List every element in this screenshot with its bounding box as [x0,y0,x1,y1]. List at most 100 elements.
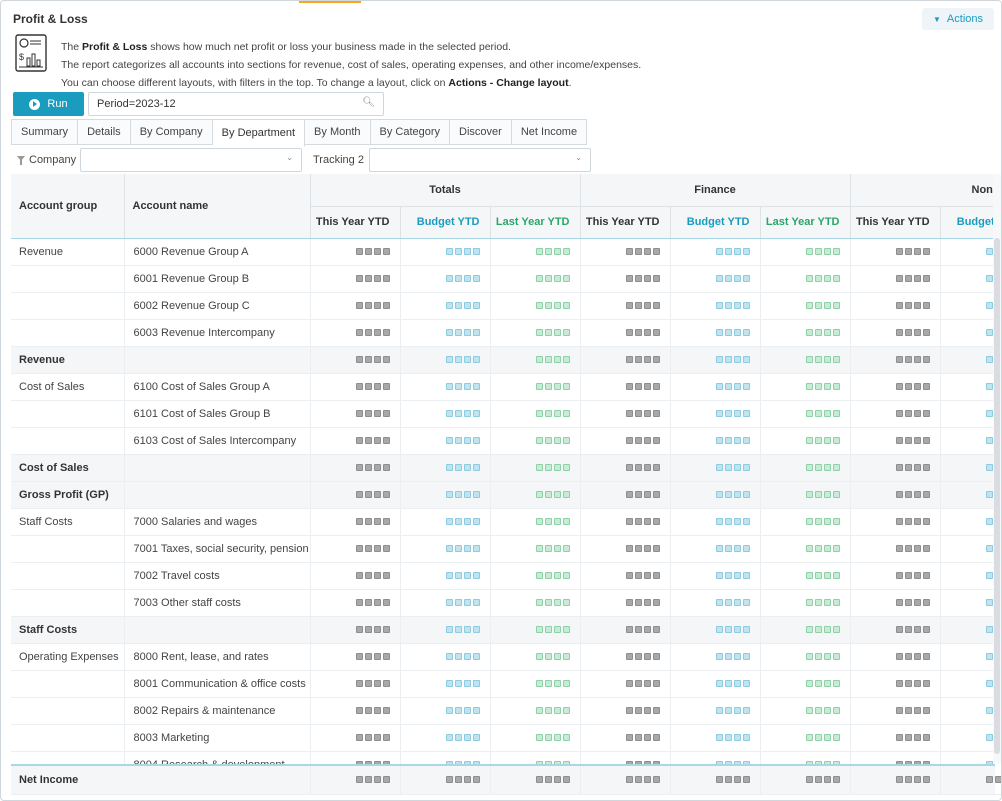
column-header-this-year-ytd[interactable]: This Year YTD [579,206,670,239]
report-table-container[interactable]: Account group Account name Totals Finance… [11,174,995,794]
value-cell [309,643,400,671]
masked-value [445,248,480,256]
masked-digit [472,572,480,580]
tab-by-month[interactable]: By Month [305,119,371,145]
report-description: The Profit & Loss shows how much net pro… [61,38,641,92]
scrollbar-thumb[interactable] [994,238,1000,754]
account-group-cell [11,589,124,617]
masked-value [445,383,480,391]
masked-digit [454,491,462,499]
tab-by-category[interactable]: By Category [370,119,451,145]
masked-digit [832,680,840,688]
masked-digit [643,329,651,337]
account-name-cell: 7002 Travel costs [123,562,310,590]
value-cell [399,697,490,725]
masked-digit [625,707,633,715]
masked-value [895,248,930,256]
column-header-account-group[interactable]: Account group [11,174,124,239]
column-header-budget-ytd[interactable]: Budget YTD [939,206,995,239]
masked-value [625,545,660,553]
table-row[interactable]: 8001 Communication & office costs [11,670,995,698]
tracking-2-select[interactable]: ⌄ [369,148,591,172]
masked-digit [715,707,723,715]
table-row[interactable]: 7001 Taxes, social security, pension [11,535,995,563]
value-cell [849,724,941,752]
masked-value [805,383,840,391]
masked-digit [913,707,921,715]
masked-value [805,545,840,553]
run-button[interactable]: Run [13,92,84,116]
account-group-cell: Cost of Sales [11,373,124,401]
masked-digit [553,302,561,310]
masked-digit [742,653,750,661]
value-cell [939,292,995,320]
subtotal-row[interactable]: Staff Costs [11,615,995,644]
company-select[interactable]: ⌄ [80,148,302,172]
tab-discover[interactable]: Discover [450,119,512,145]
value-cell [489,643,580,671]
table-row[interactable]: 8003 Marketing [11,724,995,752]
tab-by-department[interactable]: By Department [212,119,306,147]
masked-digit [652,680,660,688]
table-row[interactable]: Operating Expenses 8000 Rent, lease, and … [11,643,995,671]
masked-digit [814,776,822,784]
column-header-this-year-ytd[interactable]: This Year YTD [309,206,400,239]
value-cell [399,453,490,482]
masked-digit [535,653,543,661]
masked-digit [355,302,363,310]
masked-digit [382,707,390,715]
table-row[interactable]: 6103 Cost of Sales Intercompany [11,427,995,455]
masked-digit [373,410,381,418]
masked-digit [382,776,390,784]
subtotal-row[interactable]: Revenue [11,345,995,374]
column-header-budget-ytd[interactable]: Budget YTD [399,206,490,239]
table-row[interactable]: 6003 Revenue Intercompany [11,319,995,347]
tab-by-company[interactable]: By Company [130,119,213,145]
value-cell [669,265,760,293]
masked-digit [625,275,633,283]
table-row[interactable]: 8002 Repairs & maintenance [11,697,995,725]
tab-details[interactable]: Details [78,119,131,145]
masked-digit [985,653,993,661]
table-row[interactable]: Cost of Sales 6100 Cost of Sales Group A [11,373,995,401]
masked-digit [355,734,363,742]
masked-digit [355,491,363,499]
masked-digit [715,680,723,688]
column-header-last-year-ytd[interactable]: Last Year YTD [759,206,851,239]
tab-net-income[interactable]: Net Income [511,119,588,145]
masked-digit [823,545,831,553]
tab-summary[interactable]: Summary [11,119,79,145]
column-header-budget-ytd[interactable]: Budget YTD [669,206,760,239]
table-row[interactable]: Revenue 6000 Revenue Group A [11,238,995,266]
masked-digit [625,356,633,364]
column-header-account-name[interactable]: Account name [123,174,310,239]
table-row[interactable]: 6002 Revenue Group C [11,292,995,320]
table-row[interactable]: 7002 Travel costs [11,562,995,590]
table-row[interactable]: 7003 Other staff costs [11,589,995,617]
masked-digit [373,653,381,661]
masked-digit [373,680,381,688]
masked-digit [832,248,840,256]
masked-digit [625,437,633,445]
column-header-this-year-ytd[interactable]: This Year YTD [849,206,941,239]
masked-digit [355,572,363,580]
masked-value [895,734,930,742]
column-header-last-year-ytd[interactable]: Last Year YTD [489,206,580,239]
value-cell [489,373,580,401]
masked-value [535,626,570,634]
masked-digit [652,518,660,526]
masked-digit [814,491,822,499]
masked-digit [625,734,633,742]
table-row[interactable]: 6101 Cost of Sales Group B [11,400,995,428]
actions-button[interactable]: ▼ Actions [922,8,994,30]
masked-digit [805,545,813,553]
subtotal-row[interactable]: Cost of Sales [11,453,995,482]
masked-digit [922,248,930,256]
masked-digit [562,599,570,607]
masked-digit [382,410,390,418]
table-row[interactable]: 6001 Revenue Group B [11,265,995,293]
masked-digit [742,680,750,688]
subtotal-row[interactable]: Gross Profit (GP) [11,480,995,509]
period-search-input[interactable]: Period=2023-12 🔍︎ [88,92,384,116]
table-row[interactable]: Staff Costs 7000 Salaries and wages [11,508,995,536]
